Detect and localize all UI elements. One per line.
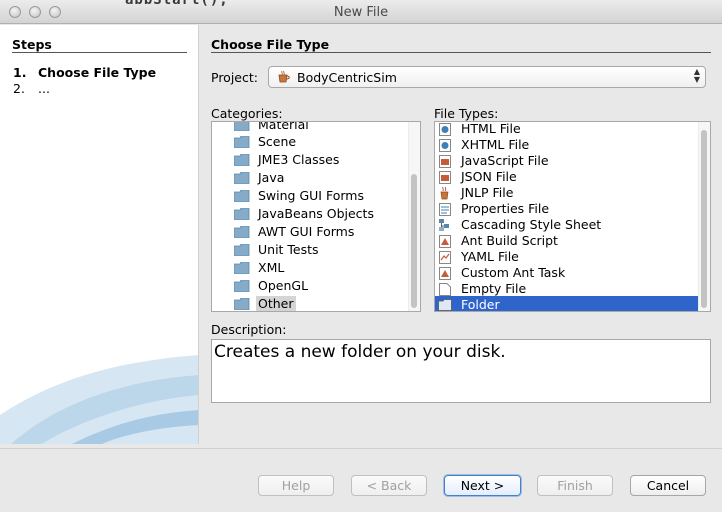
scrollbar-thumb[interactable] [701, 130, 707, 308]
list-item-selected[interactable]: Folder [435, 296, 698, 312]
file-type-label: Empty File [461, 281, 527, 296]
step-number: 2. [13, 81, 25, 96]
categories-label: Categories: [211, 106, 283, 121]
category-label: JavaBeans Objects [258, 206, 374, 221]
description-label: Description: [211, 322, 287, 337]
folder-icon [234, 226, 250, 238]
project-label: Project: [211, 70, 258, 85]
title-bar: abbStart(); New File [0, 0, 722, 24]
decorative-swoosh-graphic [0, 355, 198, 444]
folder-icon [438, 299, 452, 311]
list-item[interactable]: OpenGL [212, 277, 408, 295]
page-title: Choose File Type [211, 37, 330, 52]
html-file-icon [439, 123, 451, 136]
step-number: 1. [13, 65, 27, 80]
properties-file-icon [439, 203, 451, 216]
file-type-label: Properties File [461, 201, 550, 216]
folder-icon [234, 280, 250, 292]
folder-icon [234, 136, 250, 148]
project-select-value: BodyCentricSim [297, 70, 397, 85]
ant-task-icon [439, 267, 451, 280]
scrollbar-thumb[interactable] [411, 174, 417, 308]
steps-title: Steps [12, 37, 52, 52]
step-1: 1. Choose File Type [13, 65, 156, 80]
file-type-label: JNLP File [461, 185, 514, 200]
folder-icon [234, 172, 250, 184]
folder-icon [234, 154, 250, 166]
finish-button[interactable]: Finish [537, 475, 613, 496]
file-type-label: XHTML File [461, 137, 530, 152]
project-select[interactable]: BodyCentricSim ▲ ▼ [268, 66, 706, 88]
list-item[interactable]: Unit Tests [212, 241, 408, 259]
list-item[interactable]: Scene [212, 133, 408, 151]
chevron-up-down-icon: ▲ ▼ [693, 67, 700, 84]
file-type-label: Custom Ant Task [461, 265, 566, 280]
xhtml-file-icon [439, 139, 451, 152]
file-type-label: Cascading Style Sheet [461, 217, 602, 232]
yaml-file-icon [439, 251, 451, 264]
list-item[interactable]: JME3 Classes [212, 151, 408, 169]
category-label: AWT GUI Forms [258, 224, 355, 239]
list-item-selected[interactable]: Other [212, 295, 408, 311]
help-button[interactable]: Help [258, 475, 334, 496]
json-file-icon [439, 171, 451, 184]
file-types-scrollbar[interactable] [698, 122, 710, 311]
folder-icon [234, 298, 250, 310]
folder-icon [234, 244, 250, 256]
file-type-label: JavaScript File [461, 153, 549, 168]
category-label: XML [258, 260, 285, 275]
file-types-list[interactable]: HTML File XHTML File JavaScript File JSO… [434, 121, 711, 312]
list-item[interactable]: JavaBeans Objects [212, 205, 408, 223]
category-label: JME3 Classes [258, 152, 340, 167]
cancel-button[interactable]: Cancel [630, 475, 706, 496]
project-coffee-cup-icon [278, 70, 290, 83]
category-label: Other [256, 296, 296, 311]
list-item[interactable]: Swing GUI Forms [212, 187, 408, 205]
description-box: Creates a new folder on your disk. [211, 339, 711, 403]
category-label: Java [258, 170, 285, 185]
next-button[interactable]: Next > [444, 475, 521, 496]
jnlp-file-icon [440, 186, 449, 200]
list-item[interactable]: XML [212, 259, 408, 277]
category-label: Unit Tests [258, 242, 319, 257]
footer-divider [0, 448, 722, 449]
javascript-file-icon [439, 155, 451, 168]
step-label: Choose File Type [38, 65, 157, 80]
css-file-icon [439, 219, 449, 231]
file-type-label: HTML File [461, 121, 521, 136]
ant-script-icon [439, 235, 451, 248]
steps-divider [12, 52, 187, 53]
file-type-label: YAML File [461, 249, 519, 264]
folder-icon [234, 190, 250, 202]
category-label: OpenGL [258, 278, 309, 293]
category-label: Scene [258, 134, 297, 149]
steps-panel: Steps 1. Choose File Type 2.... [0, 25, 199, 444]
folder-icon [234, 208, 250, 220]
file-type-label: JSON File [461, 169, 517, 184]
step-2: 2.... [13, 81, 50, 96]
empty-file-icon [439, 283, 451, 296]
file-types-label: File Types: [434, 106, 499, 121]
category-label: Material [258, 121, 309, 132]
window-title: New File [333, 5, 389, 20]
file-type-label: Folder [461, 297, 500, 312]
categories-list[interactable]: Material Scene JME3 Classes Java Swing G… [211, 121, 421, 312]
description-text: Creates a new folder on your disk. [214, 342, 506, 362]
list-item[interactable]: AWT GUI Forms [212, 223, 408, 241]
folder-icon [234, 122, 250, 131]
step-label: ... [38, 81, 50, 96]
back-button[interactable]: < Back [351, 475, 427, 496]
heading-divider [211, 52, 711, 53]
file-type-label: Ant Build Script [461, 233, 558, 248]
category-label: Swing GUI Forms [258, 188, 364, 203]
categories-scrollbar[interactable] [408, 122, 420, 311]
list-item[interactable]: Java [212, 169, 408, 187]
folder-icon [234, 262, 250, 274]
